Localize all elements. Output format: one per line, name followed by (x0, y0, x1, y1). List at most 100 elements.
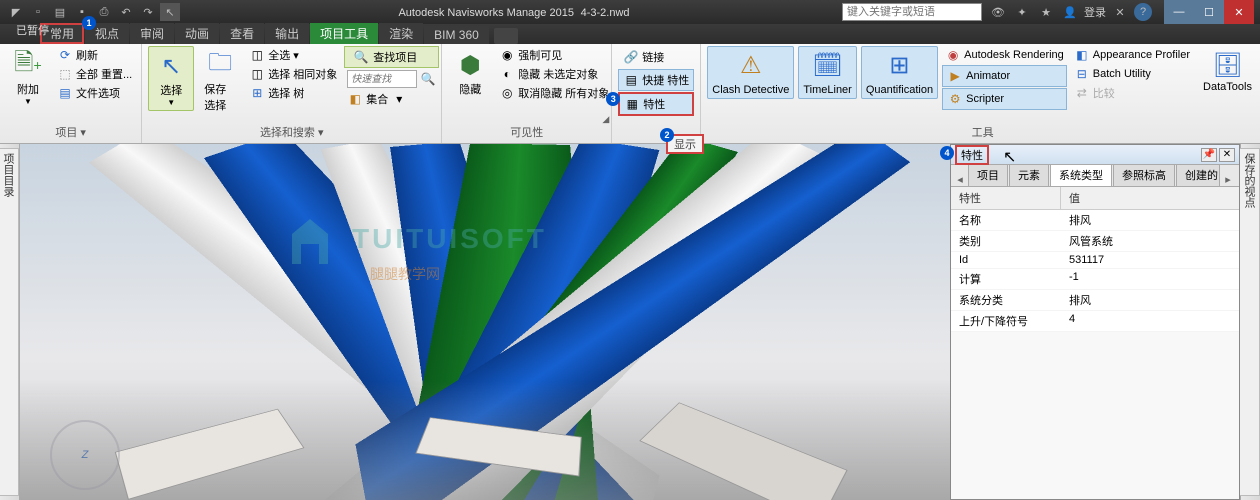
prop-row[interactable]: Id531117 (951, 252, 1239, 269)
exchange-icon[interactable]: ✕ (1110, 3, 1130, 21)
unhide-all-button[interactable]: ◎取消隐藏 所有对象 (496, 84, 612, 102)
properties-titlebar[interactable]: 特性 ↖ 📌 ✕ (951, 145, 1239, 165)
appear-icon: ◧ (1074, 47, 1090, 63)
tab-bim360[interactable]: BIM 360 (424, 26, 489, 44)
key-icon[interactable]: ✦ (1012, 3, 1032, 21)
properties-panel: 特性 ↖ 📌 ✕ ◂ 项目 元素 系统类型 参照标高 创建的 ▸ 特性值 名称排… (950, 144, 1240, 500)
appearance-profiler-button[interactable]: ◧Appearance Profiler (1071, 46, 1193, 64)
paused-label: 已暂停 (16, 22, 49, 38)
new-icon[interactable]: ▫ (28, 3, 48, 21)
links-button[interactable]: 🔗链接 (618, 46, 694, 68)
append-button[interactable]: 🗎+ 附加▼ (6, 46, 50, 109)
prop-row[interactable]: 名称排风 (951, 210, 1239, 231)
prop-tab-systemtype[interactable]: 系统类型 (1050, 163, 1112, 186)
cursor-icon: ↖ (155, 50, 187, 82)
panel-pin-icon[interactable]: 📌 (1201, 148, 1217, 162)
title-right-cluster: 👁 ✦ ★ 👤 登录 ✕ ? — ☐ ✕ (982, 0, 1260, 24)
print-icon[interactable]: ⎙ (94, 3, 114, 21)
user-icon[interactable]: 👤 (1060, 3, 1080, 21)
quantification-button[interactable]: ⊞Quantification (861, 46, 938, 99)
prop-tab-reflevel[interactable]: 参照标高 (1113, 163, 1175, 186)
select-all-button[interactable]: ◫全选 ▾ (246, 46, 340, 64)
selection-tree-button[interactable]: ⊞选择 树 (246, 84, 340, 102)
clash-button[interactable]: ⚠Clash Detective (707, 46, 794, 99)
prop-row[interactable]: 系统分类排风 (951, 290, 1239, 311)
tab-scroll-left[interactable]: ◂ (953, 173, 967, 186)
compare-button[interactable]: ⇄比较 (1071, 84, 1193, 102)
save-selection-button[interactable]: 🗀 保存选择 (198, 46, 242, 116)
search-go-icon[interactable]: 🔍 (420, 71, 436, 87)
side-tab-tree[interactable]: 项目目录 (0, 148, 19, 496)
ribbon-group-display: 🔗链接 ▤快捷 特性 ▦特性 3 (612, 44, 701, 143)
binoculars-icon[interactable]: 👁 (988, 3, 1008, 21)
tab-item-tools[interactable]: 项目工具 (310, 23, 378, 44)
help-icon[interactable]: ? (1134, 3, 1152, 21)
compass[interactable]: Z (50, 420, 120, 490)
require-button[interactable]: ◉强制可见 (496, 46, 612, 64)
tab-view[interactable]: 查看 (220, 23, 264, 44)
maximize-button[interactable]: ☐ (1194, 0, 1224, 24)
redo-icon[interactable]: ↷ (138, 3, 158, 21)
batch-icon: ⊟ (1074, 66, 1090, 82)
tab-overflow[interactable] (494, 28, 518, 44)
properties-tabs: ◂ 项目 元素 系统类型 参照标高 创建的 ▸ (951, 165, 1239, 187)
fileopt-icon: ▤ (57, 85, 73, 101)
tab-render[interactable]: 渲染 (379, 23, 423, 44)
watermark-logo-icon (280, 214, 340, 264)
tab-output[interactable]: 输出 (265, 23, 309, 44)
tab-scroll-right[interactable]: ▸ (1221, 173, 1235, 186)
pointer-icon[interactable]: ↖ (160, 3, 180, 21)
animator-button[interactable]: ▶Animator (942, 65, 1067, 87)
tab-animation[interactable]: 动画 (175, 23, 219, 44)
side-tab-savedviews[interactable]: 保存的视点 (1238, 148, 1260, 496)
scripter-button[interactable]: ⚙Scripter (942, 88, 1067, 110)
batch-utility-button[interactable]: ⊟Batch Utility (1071, 65, 1193, 83)
link-icon: 🔗 (623, 49, 639, 65)
render-icon: ◉ (945, 47, 961, 63)
scripter-icon: ⚙ (947, 91, 963, 107)
quick-find-row: 🔍 (344, 69, 439, 89)
open-icon[interactable]: ▤ (50, 3, 70, 21)
animator-icon: ▶ (947, 68, 963, 84)
timeliner-button[interactable]: 🗓TimeLiner (798, 46, 857, 99)
properties-button[interactable]: ▦特性 (618, 92, 694, 116)
close-button[interactable]: ✕ (1224, 0, 1254, 24)
timeliner-icon: 🗓 (812, 49, 844, 81)
left-side-strip: 项目目录 Clash Detective 集合 测量工具 (0, 144, 20, 500)
quick-find-input[interactable] (347, 70, 417, 88)
prop-tab-created[interactable]: 创建的 (1176, 163, 1220, 186)
select-button[interactable]: ↖ 选择▼ (148, 46, 194, 111)
login-label[interactable]: 登录 (1084, 4, 1106, 20)
tab-review[interactable]: 审阅 (130, 23, 174, 44)
quick-props-button[interactable]: ▤快捷 特性 (618, 69, 694, 91)
prop-tab-item[interactable]: 项目 (968, 163, 1008, 186)
prop-row[interactable]: 类别风管系统 (951, 231, 1239, 252)
sets-button[interactable]: ◧集合▾ (344, 90, 439, 108)
refresh-button[interactable]: ⟳刷新 (54, 46, 135, 64)
workspace: 项目目录 Clash Detective 集合 测量工具 TUITUISOFT … (0, 144, 1260, 500)
refresh-icon: ⟳ (57, 47, 73, 63)
minimize-button[interactable]: — (1164, 0, 1194, 24)
datatools-button[interactable]: 🗄DataTools (1197, 46, 1258, 96)
badge-4: 4 (940, 146, 954, 160)
prop-row[interactable]: 计算-1 (951, 269, 1239, 290)
keyword-search-input[interactable] (842, 3, 982, 21)
ribbon-group-project: 🗎+ 附加▼ ⟳刷新 ⬚全部 重置... ▤文件选项 项目 ▾ (0, 44, 142, 143)
sets2-icon: ▾ (391, 91, 407, 107)
right-side-strip: 保存的视点 (1240, 144, 1260, 500)
panel-close-button[interactable]: ✕ (1219, 148, 1235, 162)
app-menu-icon[interactable]: ◤ (6, 3, 26, 21)
select-same-button[interactable]: ◫选择 相同对象 (246, 65, 340, 83)
rendering-button[interactable]: ◉Autodesk Rendering (942, 46, 1067, 64)
quant-icon: ⊞ (883, 49, 915, 81)
vis-expand-icon[interactable]: ◢ (602, 114, 609, 125)
undo-icon[interactable]: ↶ (116, 3, 136, 21)
hide-unselected-button[interactable]: ◐隐藏 未选定对象 (496, 65, 612, 83)
file-options-button[interactable]: ▤文件选项 (54, 84, 135, 102)
reset-all-button[interactable]: ⬚全部 重置... (54, 65, 135, 83)
reset-icon: ⬚ (57, 66, 73, 82)
hide-button[interactable]: ⬢ 隐藏 (448, 46, 492, 100)
prop-row[interactable]: 上升/下降符号4 (951, 311, 1239, 332)
star-icon[interactable]: ★ (1036, 3, 1056, 21)
find-items-button[interactable]: 🔍查找项目 (344, 46, 439, 68)
